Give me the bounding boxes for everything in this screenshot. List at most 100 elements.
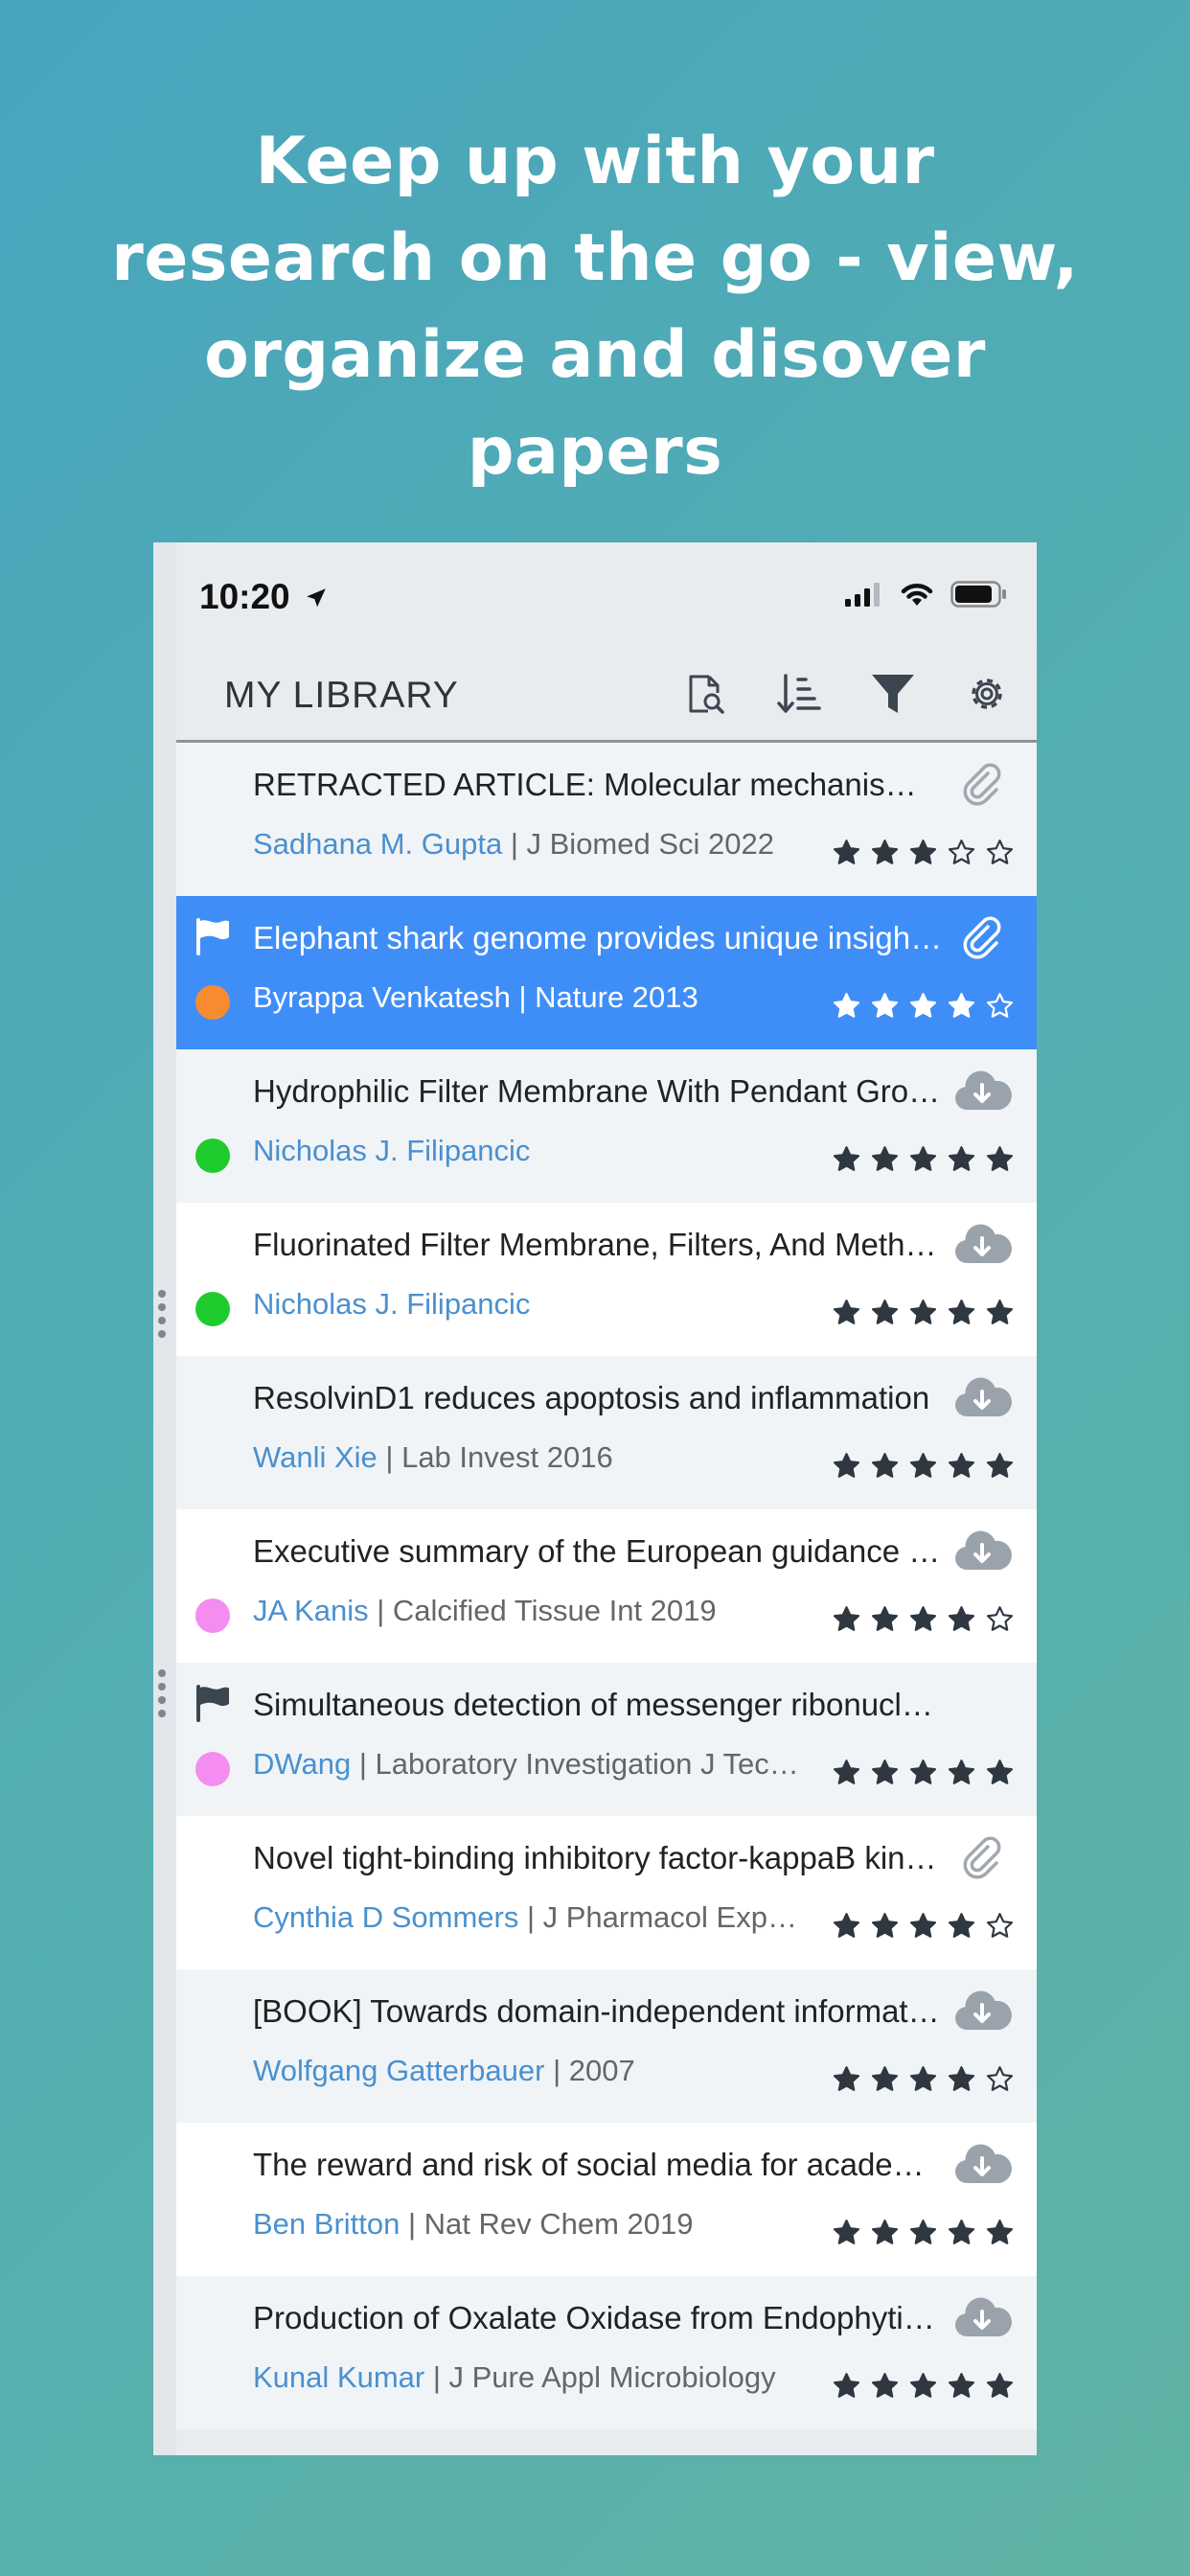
star-filled-icon[interactable] xyxy=(871,1912,899,1940)
paper-author[interactable]: JA Kanis xyxy=(253,1594,369,1627)
paper-row[interactable]: Novel tight-binding inhibitory factor-ka… xyxy=(176,1816,1037,1969)
star-rating[interactable] xyxy=(833,1759,1014,1786)
paper-row[interactable]: Hydrophilic Filter Membrane With Pendant… xyxy=(176,1049,1037,1203)
star-filled-icon[interactable] xyxy=(986,2219,1014,2246)
star-filled-icon[interactable] xyxy=(871,1145,899,1173)
sort-icon[interactable] xyxy=(768,665,830,723)
star-filled-icon[interactable] xyxy=(871,2219,899,2246)
paper-author[interactable]: Kunal Kumar xyxy=(253,2360,424,2394)
paper-row[interactable]: ResolvinD1 reduces apoptosis and inflamm… xyxy=(176,1356,1037,1509)
star-rating[interactable] xyxy=(833,992,1014,1020)
cloud-download-icon[interactable] xyxy=(950,2137,1014,2191)
star-filled-icon[interactable] xyxy=(948,2219,975,2246)
star-filled-icon[interactable] xyxy=(871,1452,899,1480)
star-rating[interactable] xyxy=(833,2065,1014,2093)
star-rating[interactable] xyxy=(833,839,1014,866)
star-filled-icon[interactable] xyxy=(909,839,937,866)
star-filled-icon[interactable] xyxy=(871,839,899,866)
star-filled-icon[interactable] xyxy=(909,1605,937,1633)
paper-author[interactable]: Wolfgang Gatterbauer xyxy=(253,2054,544,2087)
star-filled-icon[interactable] xyxy=(909,1759,937,1786)
star-empty-icon[interactable] xyxy=(986,839,1014,866)
star-filled-icon[interactable] xyxy=(909,1299,937,1326)
star-filled-icon[interactable] xyxy=(833,1605,860,1633)
star-filled-icon[interactable] xyxy=(871,2372,899,2400)
star-filled-icon[interactable] xyxy=(909,1912,937,1940)
search-document-icon[interactable] xyxy=(675,665,736,723)
star-filled-icon[interactable] xyxy=(948,1145,975,1173)
star-filled-icon[interactable] xyxy=(833,1452,860,1480)
gear-icon[interactable] xyxy=(956,665,1018,723)
star-rating[interactable] xyxy=(833,1912,1014,1940)
star-filled-icon[interactable] xyxy=(948,2065,975,2093)
paper-row[interactable]: [BOOK] Towards domain-independent inform… xyxy=(176,1969,1037,2123)
filter-icon[interactable] xyxy=(862,665,924,723)
star-rating[interactable] xyxy=(833,1299,1014,1326)
star-filled-icon[interactable] xyxy=(833,1912,860,1940)
resize-handle-lower[interactable] xyxy=(158,1669,166,1717)
cloud-download-icon[interactable] xyxy=(950,1217,1014,1271)
star-filled-icon[interactable] xyxy=(948,1759,975,1786)
star-rating[interactable] xyxy=(833,1605,1014,1633)
paper-author[interactable]: Ben Britton xyxy=(253,2207,400,2241)
paper-author[interactable]: Wanli Xie xyxy=(253,1440,378,1474)
star-empty-icon[interactable] xyxy=(986,992,1014,1020)
star-filled-icon[interactable] xyxy=(986,1759,1014,1786)
star-filled-icon[interactable] xyxy=(833,1759,860,1786)
paper-author[interactable]: Byrappa Venkatesh xyxy=(253,980,511,1014)
star-filled-icon[interactable] xyxy=(986,1452,1014,1480)
star-filled-icon[interactable] xyxy=(986,1299,1014,1326)
paper-row[interactable]: Simultaneous detection of messenger ribo… xyxy=(176,1663,1037,1816)
star-filled-icon[interactable] xyxy=(909,2372,937,2400)
star-filled-icon[interactable] xyxy=(833,2372,860,2400)
paper-row[interactable]: Production of Oxalate Oxidase from Endop… xyxy=(176,2276,1037,2429)
paper-author[interactable]: Nicholas J. Filipancic xyxy=(253,1134,530,1167)
flag-icon[interactable] xyxy=(194,1684,232,1727)
star-filled-icon[interactable] xyxy=(871,1299,899,1326)
paper-row[interactable]: Executive summary of the European guidan… xyxy=(176,1509,1037,1663)
star-filled-icon[interactable] xyxy=(986,2372,1014,2400)
star-empty-icon[interactable] xyxy=(948,839,975,866)
paper-row[interactable]: Elephant shark genome provides unique in… xyxy=(176,896,1037,1049)
flag-icon[interactable] xyxy=(194,917,232,960)
star-rating[interactable] xyxy=(833,1145,1014,1173)
star-filled-icon[interactable] xyxy=(948,1912,975,1940)
star-filled-icon[interactable] xyxy=(948,992,975,1020)
paper-author[interactable]: Sadhana M. Gupta xyxy=(253,827,502,861)
star-filled-icon[interactable] xyxy=(871,1605,899,1633)
star-filled-icon[interactable] xyxy=(909,1145,937,1173)
star-rating[interactable] xyxy=(833,2219,1014,2246)
star-filled-icon[interactable] xyxy=(948,1299,975,1326)
star-empty-icon[interactable] xyxy=(986,1605,1014,1633)
star-filled-icon[interactable] xyxy=(833,1145,860,1173)
paper-row[interactable]: Fluorinated Filter Membrane, Filters, An… xyxy=(176,1203,1037,1356)
star-filled-icon[interactable] xyxy=(833,992,860,1020)
star-filled-icon[interactable] xyxy=(871,2065,899,2093)
star-filled-icon[interactable] xyxy=(833,2065,860,2093)
resize-handle-upper[interactable] xyxy=(158,1290,166,1338)
paper-row[interactable]: RETRACTED ARTICLE: Molecular mechanisms … xyxy=(176,743,1037,896)
star-filled-icon[interactable] xyxy=(833,839,860,866)
star-filled-icon[interactable] xyxy=(871,1759,899,1786)
star-filled-icon[interactable] xyxy=(909,2065,937,2093)
star-rating[interactable] xyxy=(833,1452,1014,1480)
cloud-download-icon[interactable] xyxy=(950,1064,1014,1117)
star-empty-icon[interactable] xyxy=(986,2065,1014,2093)
star-rating[interactable] xyxy=(833,2372,1014,2400)
paperclip-icon[interactable] xyxy=(950,757,1014,811)
cloud-download-icon[interactable] xyxy=(950,1524,1014,1577)
cloud-download-icon[interactable] xyxy=(950,1370,1014,1424)
cloud-download-icon[interactable] xyxy=(950,1984,1014,2037)
paper-row[interactable]: The reward and risk of social media for … xyxy=(176,2123,1037,2276)
paperclip-icon[interactable] xyxy=(950,910,1014,964)
star-filled-icon[interactable] xyxy=(833,1299,860,1326)
paperclip-icon[interactable] xyxy=(950,1830,1014,1884)
paper-author[interactable]: Cynthia D Sommers xyxy=(253,1900,518,1934)
star-filled-icon[interactable] xyxy=(909,1452,937,1480)
cloud-download-icon[interactable] xyxy=(950,2290,1014,2344)
star-filled-icon[interactable] xyxy=(948,1452,975,1480)
paper-author[interactable]: Nicholas J. Filipancic xyxy=(253,1287,530,1321)
paper-author[interactable]: DWang xyxy=(253,1747,351,1781)
star-filled-icon[interactable] xyxy=(986,1145,1014,1173)
star-filled-icon[interactable] xyxy=(948,2372,975,2400)
